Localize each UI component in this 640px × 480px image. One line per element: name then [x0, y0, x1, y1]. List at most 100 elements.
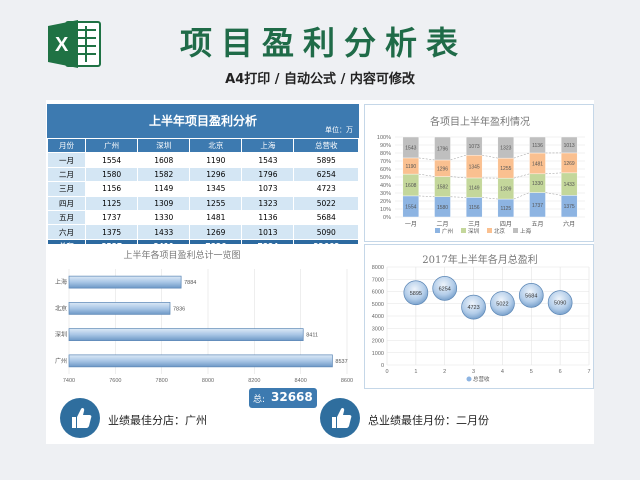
y-tick-label: 3000 — [372, 326, 384, 332]
column-header: 北京 — [189, 137, 243, 154]
table-cell: 1481 — [189, 209, 243, 226]
series-line — [450, 154, 467, 161]
y-tick-label: 90% — [380, 143, 391, 149]
table-cell: 5895 — [293, 152, 359, 168]
page: X 项目盈利分析表 A4打印 / 自动公式 / 内容可修改 上半年项目盈利分析 … — [0, 0, 640, 480]
row-month-cell: 一月 — [46, 152, 87, 168]
data-label: 1582 — [437, 185, 448, 191]
bar — [68, 275, 182, 289]
data-label: 5684 — [525, 293, 537, 299]
y-tick-label: 北京 — [55, 304, 67, 312]
bar — [68, 302, 171, 315]
stacked-percent-bar-chart: 0% 10% 20% 30% 40% 50% 60% 70% 80% 90% 100% 1554 160… — [377, 135, 585, 235]
x-tick-label: 3 — [472, 369, 475, 375]
x-tick-label: 一月 — [405, 221, 417, 228]
row-month-cell: 二月 — [46, 166, 87, 183]
y-tick-label: 8000 — [372, 265, 384, 271]
thumbs-up-icon — [60, 398, 100, 438]
x-tick-label: 8000 — [202, 378, 214, 384]
y-tick-label: 深圳 — [55, 331, 67, 339]
best-month-text: 总业绩最佳月份：二月份 — [368, 414, 489, 427]
report-sheet: 上半年项目盈利分析 单位：万 月份 广州 深圳 北京 上海 总营收 一月 1554… — [46, 100, 594, 444]
data-label: 1125 — [500, 206, 511, 212]
table-cell: 1543 — [241, 152, 295, 168]
series-line — [418, 173, 435, 177]
page-subtitle: A4打印 / 自动公式 / 内容可修改 — [225, 72, 415, 87]
table-cell: 1269 — [189, 224, 243, 240]
data-label: 1149 — [469, 186, 480, 192]
y-tick-label: 广州 — [55, 357, 67, 365]
table-cell: 1554 — [85, 152, 139, 168]
legend-label: 北京 — [494, 227, 506, 235]
data-label: 7836 — [173, 306, 185, 312]
x-tick-label: 7 — [587, 369, 590, 375]
table-row: 六月 1375 1433 1269 1013 5090 — [46, 224, 359, 240]
column-header: 上海 — [241, 137, 295, 154]
table-cell: 1296 — [189, 166, 243, 183]
table-cell: 5022 — [293, 195, 359, 211]
table-cell: 1375 — [85, 224, 139, 240]
page-title: 项目盈利分析表 — [180, 24, 468, 62]
table-cell: 1149 — [137, 181, 191, 197]
x-tick-label: 二月 — [436, 221, 448, 228]
x-tick-label: 五月 — [531, 221, 543, 228]
profit-table-panel: 上半年项目盈利分析 单位：万 月份 广州 深圳 北京 上海 总营收 一月 1554… — [46, 104, 359, 255]
bar — [68, 354, 333, 368]
data-label: 1309 — [500, 187, 511, 193]
x-tick-label: 8200 — [248, 378, 260, 384]
data-label: 1255 — [500, 166, 511, 172]
data-label: 6254 — [439, 286, 451, 292]
data-label: 1269 — [564, 161, 575, 167]
data-label: 1013 — [564, 143, 575, 149]
table-row: 三月 1156 1149 1345 1073 4723 — [46, 181, 359, 197]
y-tick-label: 6000 — [372, 290, 384, 296]
data-label: 1580 — [437, 205, 448, 211]
table-row: 四月 1125 1309 1255 1323 5022 — [46, 195, 359, 211]
x-tick-label: 1 — [414, 369, 417, 375]
data-label: 1433 — [564, 182, 575, 188]
horizontal-bar-panel: 上半年各项目盈利总计一览图 总: 32668 7400 7600 7800 8000 8… — [47, 244, 359, 408]
header: X 项目盈利分析表 A4打印 / 自动公式 / 内容可修改 — [0, 0, 640, 98]
table-cell: 1013 — [241, 224, 295, 240]
thumbs-up-icon — [320, 398, 360, 438]
row-month-cell: 四月 — [46, 195, 87, 211]
y-tick-label: 70% — [380, 159, 391, 165]
y-tick-label: 上海 — [55, 278, 67, 286]
horizontal-bar-chart: 7400 7600 7800 8000 8200 8400 8600 7884 上海 7836 北京… — [55, 269, 353, 384]
y-tick-label: 7000 — [372, 277, 384, 283]
y-tick-label: 80% — [380, 151, 391, 157]
legend-swatch — [487, 228, 492, 233]
y-tick-label: 20% — [380, 199, 391, 205]
data-label: 1608 — [405, 183, 416, 189]
table-cell: 1582 — [137, 166, 191, 183]
excel-logo-icon: X — [48, 20, 101, 68]
best-branch-card: 业绩最佳分店：广州 — [46, 390, 316, 444]
series-line — [545, 172, 562, 175]
data-label: 1737 — [532, 203, 543, 209]
data-label: 1190 — [405, 164, 416, 170]
y-tick-label: 60% — [380, 167, 391, 173]
legend-swatch — [435, 228, 440, 233]
y-tick-label: 0 — [381, 363, 384, 369]
best-branch-text: 业绩最佳分店：广州 — [108, 414, 207, 427]
legend-swatch — [461, 228, 466, 233]
data-label: 8411 — [306, 333, 318, 339]
table-cell: 1125 — [85, 195, 139, 211]
legend-swatch — [513, 228, 518, 233]
column-header: 总营收 — [293, 137, 359, 154]
y-tick-label: 5000 — [372, 302, 384, 308]
data-label: 1543 — [405, 145, 416, 151]
row-month-cell: 六月 — [46, 224, 87, 240]
data-label: 5895 — [410, 291, 422, 297]
table-row: 二月 1580 1582 1296 1796 6254 — [46, 166, 359, 183]
bubble-chart-panel: 2017年上半年各月总盈利 0 1000 2000 3000 4000 5000 6000 7… — [364, 244, 594, 389]
x-tick-label: 六月 — [563, 220, 575, 228]
table-cell: 1737 — [85, 209, 139, 226]
data-label: 1345 — [469, 165, 480, 171]
data-label: 1073 — [469, 144, 480, 150]
y-tick-label: 100% — [377, 135, 391, 141]
table-header: 上半年项目盈利分析 单位：万 — [47, 104, 359, 138]
data-label: 7884 — [184, 280, 196, 286]
x-tick-label: 6 — [559, 369, 562, 375]
x-tick-label: 7800 — [156, 378, 168, 384]
